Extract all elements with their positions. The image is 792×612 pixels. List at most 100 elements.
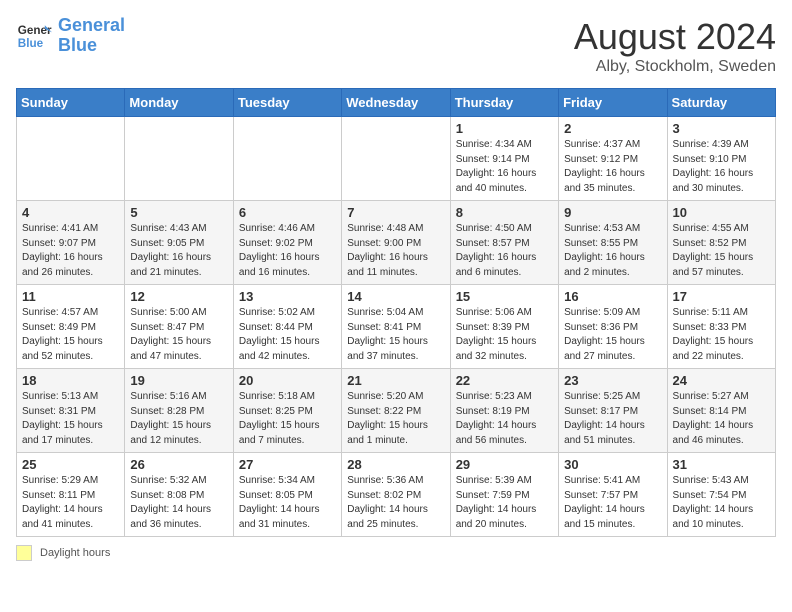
calendar-cell: 26Sunrise: 5:32 AM Sunset: 8:08 PM Dayli… (125, 453, 233, 537)
calendar-cell: 15 Sunrise: 5:06 AM Sunset: 8:39 PM Dayli… (450, 285, 558, 369)
cell-info: Sunrise: 4:37 AM Sunset: 9:12 PM Dayligh… (564, 138, 661, 196)
calendar-cell: 16Sunrise: 5:09 AM Sunset: 8:36 PM Dayli… (559, 285, 667, 369)
cell-info: Sunrise: 4:39 AM Sunset: 9:10 PM Dayligh… (673, 138, 770, 196)
legend-label: Daylight hours (40, 547, 110, 559)
cell-info: Sunrise: 5:00 AM Sunset: 8:47 PM Dayligh… (130, 306, 227, 364)
calendar-week-row: 4 Sunrise: 4:41 AM Sunset: 9:07 PM Daylig… (17, 201, 776, 285)
calendar-header-row: SundayMondayTuesdayWednesdayThursdayFrid… (17, 89, 776, 117)
cell-info: Sunrise: 4:34 AM Sunset: 9:14 PM Dayligh… (456, 138, 553, 196)
calendar-cell: 10Sunrise: 4:55 AM Sunset: 8:52 PM Dayli… (667, 201, 775, 285)
cell-info: Sunrise: 5:16 AM Sunset: 8:28 PM Dayligh… (130, 390, 227, 448)
calendar-cell: 7 Sunrise: 4:48 AM Sunset: 9:00 PM Daylig… (342, 201, 450, 285)
day-number: 1 (456, 121, 553, 136)
calendar-week-row: 11 Sunrise: 4:57 AM Sunset: 8:49 PM Dayli… (17, 285, 776, 369)
calendar-cell: 6 Sunrise: 4:46 AM Sunset: 9:02 PM Daylig… (233, 201, 341, 285)
cell-info: Sunrise: 5:34 AM Sunset: 8:05 PM Dayligh… (239, 474, 336, 532)
calendar-cell: 27Sunrise: 5:34 AM Sunset: 8:05 PM Dayli… (233, 453, 341, 537)
calendar-cell: 31 Sunrise: 5:43 AM Sunset: 7:54 PM Dayli… (667, 453, 775, 537)
day-number: 6 (239, 205, 336, 220)
day-number: 31 (673, 457, 770, 472)
title-block: August 2024 Alby, Stockholm, Sweden (574, 16, 776, 76)
location: Alby, Stockholm, Sweden (574, 58, 776, 76)
day-number: 21 (347, 373, 444, 388)
calendar-cell (125, 117, 233, 201)
calendar-cell: 29 Sunrise: 5:39 AM Sunset: 7:59 PM Dayli… (450, 453, 558, 537)
day-number: 7 (347, 205, 444, 220)
cell-info: Sunrise: 5:41 AM Sunset: 7:57 PM Dayligh… (564, 474, 661, 532)
month-year: August 2024 (574, 16, 776, 58)
day-number: 15 (456, 289, 553, 304)
cell-info: Sunrise: 5:13 AM Sunset: 8:31 PM Dayligh… (22, 390, 119, 448)
cell-info: Sunrise: 4:48 AM Sunset: 9:00 PM Dayligh… (347, 222, 444, 280)
cell-info: Sunrise: 4:57 AM Sunset: 8:49 PM Dayligh… (22, 306, 119, 364)
cell-info: Sunrise: 4:43 AM Sunset: 9:05 PM Dayligh… (130, 222, 227, 280)
cell-info: Sunrise: 5:39 AM Sunset: 7:59 PM Dayligh… (456, 474, 553, 532)
day-number: 4 (22, 205, 119, 220)
day-number: 19 (130, 373, 227, 388)
day-number: 29 (456, 457, 553, 472)
cell-info: Sunrise: 5:25 AM Sunset: 8:17 PM Dayligh… (564, 390, 661, 448)
cell-info: Sunrise: 5:11 AM Sunset: 8:33 PM Dayligh… (673, 306, 770, 364)
calendar-cell: 20Sunrise: 5:18 AM Sunset: 8:25 PM Dayli… (233, 369, 341, 453)
day-number: 30 (564, 457, 661, 472)
day-number: 20 (239, 373, 336, 388)
day-number: 13 (239, 289, 336, 304)
calendar-cell: 1 Sunrise: 4:34 AM Sunset: 9:14 PM Daylig… (450, 117, 558, 201)
legend-box (16, 545, 32, 561)
cell-info: Sunrise: 5:20 AM Sunset: 8:22 PM Dayligh… (347, 390, 444, 448)
day-number: 18 (22, 373, 119, 388)
cell-info: Sunrise: 5:29 AM Sunset: 8:11 PM Dayligh… (22, 474, 119, 532)
day-header-tuesday: Tuesday (233, 89, 341, 117)
day-number: 11 (22, 289, 119, 304)
calendar-cell: 19 Sunrise: 5:16 AM Sunset: 8:28 PM Dayli… (125, 369, 233, 453)
calendar-cell (17, 117, 125, 201)
calendar-cell (233, 117, 341, 201)
cell-info: Sunrise: 5:02 AM Sunset: 8:44 PM Dayligh… (239, 306, 336, 364)
calendar-cell: 23 Sunrise: 5:25 AM Sunset: 8:17 PM Dayli… (559, 369, 667, 453)
calendar-cell: 18 Sunrise: 5:13 AM Sunset: 8:31 PM Dayli… (17, 369, 125, 453)
calendar-cell: 5 Sunrise: 4:43 AM Sunset: 9:05 PM Daylig… (125, 201, 233, 285)
day-number: 8 (456, 205, 553, 220)
calendar-cell: 3 Sunrise: 4:39 AM Sunset: 9:10 PM Daylig… (667, 117, 775, 201)
day-number: 24 (673, 373, 770, 388)
day-header-monday: Monday (125, 89, 233, 117)
cell-info: Sunrise: 4:41 AM Sunset: 9:07 PM Dayligh… (22, 222, 119, 280)
calendar-cell: 4 Sunrise: 4:41 AM Sunset: 9:07 PM Daylig… (17, 201, 125, 285)
cell-info: Sunrise: 5:32 AM Sunset: 8:08 PM Dayligh… (130, 474, 227, 532)
calendar-cell: 28Sunrise: 5:36 AM Sunset: 8:02 PM Dayli… (342, 453, 450, 537)
calendar-cell: 2Sunrise: 4:37 AM Sunset: 9:12 PM Daylig… (559, 117, 667, 201)
calendar-cell: 13 Sunrise: 5:02 AM Sunset: 8:44 PM Dayli… (233, 285, 341, 369)
day-number: 16 (564, 289, 661, 304)
cell-info: Sunrise: 4:46 AM Sunset: 9:02 PM Dayligh… (239, 222, 336, 280)
cell-info: Sunrise: 4:53 AM Sunset: 8:55 PM Dayligh… (564, 222, 661, 280)
calendar-cell: 25 Sunrise: 5:29 AM Sunset: 8:11 PM Dayli… (17, 453, 125, 537)
calendar-table: SundayMondayTuesdayWednesdayThursdayFrid… (16, 88, 776, 537)
calendar-week-row: 1 Sunrise: 4:34 AM Sunset: 9:14 PM Daylig… (17, 117, 776, 201)
day-number: 17 (673, 289, 770, 304)
logo-text: GeneralBlue (58, 16, 125, 56)
calendar-cell: 30 Sunrise: 5:41 AM Sunset: 7:57 PM Dayli… (559, 453, 667, 537)
cell-info: Sunrise: 4:50 AM Sunset: 8:57 PM Dayligh… (456, 222, 553, 280)
page-header: General Blue GeneralBlue August 2024 Alb… (16, 16, 776, 76)
cell-info: Sunrise: 5:43 AM Sunset: 7:54 PM Dayligh… (673, 474, 770, 532)
day-number: 3 (673, 121, 770, 136)
day-header-saturday: Saturday (667, 89, 775, 117)
calendar-cell: 14Sunrise: 5:04 AM Sunset: 8:41 PM Dayli… (342, 285, 450, 369)
calendar-week-row: 18 Sunrise: 5:13 AM Sunset: 8:31 PM Dayli… (17, 369, 776, 453)
day-number: 23 (564, 373, 661, 388)
svg-text:General: General (18, 24, 52, 37)
calendar-cell: 11 Sunrise: 4:57 AM Sunset: 8:49 PM Dayli… (17, 285, 125, 369)
day-number: 25 (22, 457, 119, 472)
calendar-cell: 12 Sunrise: 5:00 AM Sunset: 8:47 PM Dayli… (125, 285, 233, 369)
cell-info: Sunrise: 5:06 AM Sunset: 8:39 PM Dayligh… (456, 306, 553, 364)
cell-info: Sunrise: 5:23 AM Sunset: 8:19 PM Dayligh… (456, 390, 553, 448)
day-number: 12 (130, 289, 227, 304)
day-header-thursday: Thursday (450, 89, 558, 117)
calendar-cell: 24Sunrise: 5:27 AM Sunset: 8:14 PM Dayli… (667, 369, 775, 453)
day-header-friday: Friday (559, 89, 667, 117)
day-header-sunday: Sunday (17, 89, 125, 117)
day-number: 28 (347, 457, 444, 472)
calendar-cell: 21 Sunrise: 5:20 AM Sunset: 8:22 PM Dayli… (342, 369, 450, 453)
logo: General Blue GeneralBlue (16, 16, 125, 56)
day-number: 5 (130, 205, 227, 220)
